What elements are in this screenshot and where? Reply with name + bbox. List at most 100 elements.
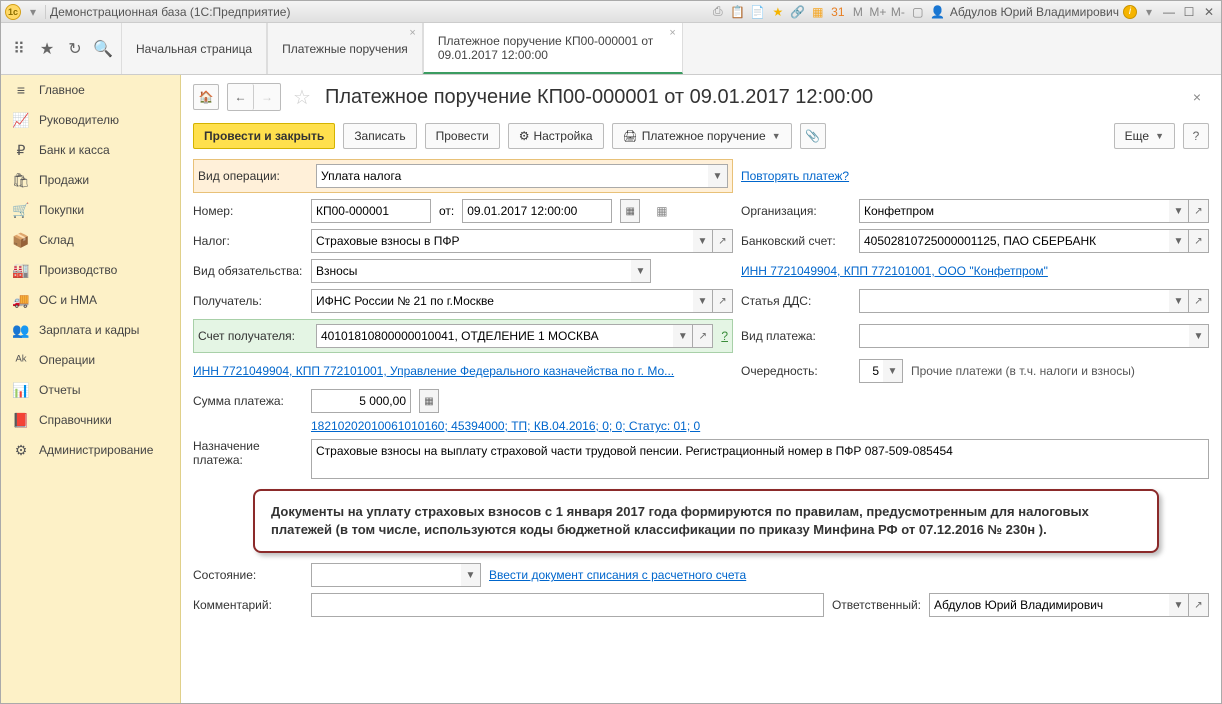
maximize-button[interactable]: ☐	[1181, 4, 1197, 20]
m-icon[interactable]: M	[850, 4, 866, 20]
sidebar-item-assets[interactable]: 🚚ОС и НМА	[1, 285, 180, 315]
sidebar-item-main[interactable]: ≡Главное	[1, 75, 180, 105]
pay-type-field[interactable]	[859, 324, 1189, 348]
copy-icon[interactable]: 📋	[730, 4, 746, 20]
link-icon[interactable]: 🔗	[790, 4, 806, 20]
m-minus-icon[interactable]: M-	[890, 4, 906, 20]
sidebar-item-reports[interactable]: 📊Отчеты	[1, 375, 180, 405]
close-button[interactable]: ✕	[1201, 4, 1217, 20]
apps-icon[interactable]: ⠿	[9, 39, 29, 59]
open-button[interactable]: ↗	[1189, 199, 1209, 223]
rec-acct-help[interactable]: ?	[721, 329, 728, 343]
dropdown-button[interactable]: ▼	[673, 324, 693, 348]
favorite-icon[interactable]: ★	[37, 39, 57, 59]
sidebar-item-production[interactable]: 🏭Производство	[1, 255, 180, 285]
org-field[interactable]: Конфетпром	[859, 199, 1169, 223]
m-plus-icon[interactable]: M+	[870, 4, 886, 20]
star-icon[interactable]: ★	[770, 4, 786, 20]
home-button[interactable]: 🏠	[193, 84, 219, 110]
open-button[interactable]: ↗	[1189, 229, 1209, 253]
dropdown-button[interactable]: ▼	[693, 229, 713, 253]
state-field[interactable]	[311, 563, 461, 587]
rec-acct-field[interactable]: 40101810800000010041, ОТДЕЛЕНИЕ 1 МОСКВА	[316, 324, 673, 348]
search-icon[interactable]: 🔍	[93, 39, 113, 59]
recipient-inn-link[interactable]: ИНН 7721049904, КПП 772101001, Управлени…	[193, 364, 674, 378]
op-type-field[interactable]: Уплата налога	[316, 164, 708, 188]
tab-document[interactable]: Платежное поручение КП00-000001 от 09.01…	[423, 23, 683, 74]
calc-icon[interactable]: 📄	[750, 4, 766, 20]
sidebar-item-refs[interactable]: 📕Справочники	[1, 405, 180, 435]
sidebar-item-operations[interactable]: ᴬᵏОперации	[1, 345, 180, 375]
minimize-button[interactable]: —	[1161, 4, 1177, 20]
close-icon[interactable]: ×	[409, 27, 415, 39]
dropdown-button[interactable]: ▼	[1169, 199, 1189, 223]
open-button[interactable]: ↗	[1189, 593, 1209, 617]
calendar-button[interactable]: ▦	[620, 199, 640, 223]
back-button[interactable]: ←	[228, 84, 254, 110]
dropdown-button[interactable]: ▼	[631, 259, 651, 283]
amount-field[interactable]: 5 000,00	[311, 389, 411, 413]
dropdown-button[interactable]: ▼	[1169, 229, 1189, 253]
open-button[interactable]: ↗	[1189, 289, 1209, 313]
dropdown-icon[interactable]: ▾	[25, 4, 41, 20]
resp-field[interactable]: Абдулов Юрий Владимирович	[929, 593, 1169, 617]
sidebar-item-sales[interactable]: 🛍Продажи	[1, 165, 180, 195]
dropdown-button[interactable]: ▼	[1169, 593, 1189, 617]
bank-acct-field[interactable]: 40502810725000001125, ПАО СБЕРБАНК	[859, 229, 1169, 253]
star-outline-icon[interactable]: ☆	[293, 85, 311, 110]
more-button[interactable]: Еще▼	[1114, 123, 1175, 149]
priority-field[interactable]: 5	[859, 359, 883, 383]
sidebar-item-admin[interactable]: ⚙Администрирование	[1, 435, 180, 465]
calendar-icon[interactable]: 31	[830, 4, 846, 20]
purpose-field[interactable]: Страховые взносы на выплату страховой ча…	[311, 439, 1209, 479]
tax-field[interactable]: Страховые взносы в ПФР	[311, 229, 693, 253]
calc-button[interactable]: ▦	[419, 389, 439, 413]
org-inn-link[interactable]: ИНН 7721049904, КПП 772101001, ООО "Конф…	[741, 264, 1048, 278]
gear-icon: ⚙	[13, 442, 29, 458]
print-dropdown[interactable]: 🖨Платежное поручение▼	[612, 123, 792, 149]
calc2-icon[interactable]: ▦	[810, 4, 826, 20]
sidebar-item-warehouse[interactable]: 📦Склад	[1, 225, 180, 255]
kbk-link[interactable]: 18210202010061010160; 45394000; ТП; КВ.0…	[311, 419, 700, 433]
dropdown-button[interactable]: ▼	[461, 563, 481, 587]
settings-button[interactable]: ⚙Настройка	[508, 123, 604, 149]
recipient-field[interactable]: ИФНС России № 21 по г.Москве	[311, 289, 693, 313]
dropdown-button[interactable]: ▼	[1189, 324, 1209, 348]
post-and-close-button[interactable]: Провести и закрыть	[193, 123, 335, 149]
dropdown-button[interactable]: ▼	[883, 359, 903, 383]
close-document-button[interactable]: ×	[1185, 85, 1209, 109]
print-icon[interactable]: ⎙	[710, 4, 726, 20]
sidebar-item-salary[interactable]: 👥Зарплата и кадры	[1, 315, 180, 345]
post-button[interactable]: Провести	[425, 123, 500, 149]
open-button[interactable]: ↗	[713, 289, 733, 313]
number-field[interactable]: КП00-000001	[311, 199, 431, 223]
forward-button[interactable]: →	[254, 84, 280, 110]
write-button[interactable]: Записать	[343, 123, 416, 149]
dds-field[interactable]	[859, 289, 1169, 313]
sidebar-item-bank[interactable]: ₽Банк и касса	[1, 135, 180, 165]
dropdown-button[interactable]: ▼	[693, 289, 713, 313]
user-name[interactable]: Абдулов Юрий Владимирович	[950, 5, 1119, 19]
attach-button[interactable]: 📎	[800, 123, 826, 149]
sidebar-item-manager[interactable]: 📈Руководителю	[1, 105, 180, 135]
box-icon: 📦	[13, 232, 29, 248]
help-button[interactable]: ?	[1183, 123, 1209, 149]
date-field[interactable]: 09.01.2017 12:00:00	[462, 199, 612, 223]
tab-home[interactable]: Начальная страница	[121, 23, 267, 74]
close-icon[interactable]: ×	[669, 27, 675, 39]
panels-icon[interactable]: ▢	[910, 4, 926, 20]
history-icon[interactable]: ↻	[65, 39, 85, 59]
tab-payments[interactable]: Платежные поручения×	[267, 23, 423, 74]
open-button[interactable]: ↗	[693, 324, 713, 348]
obl-type-field[interactable]: Взносы	[311, 259, 631, 283]
chevron-down-icon[interactable]: ▾	[1141, 4, 1157, 20]
write-off-link[interactable]: Ввести документ списания с расчетного сч…	[489, 568, 746, 582]
dropdown-button[interactable]: ▼	[708, 164, 728, 188]
open-button[interactable]: ↗	[713, 229, 733, 253]
info-icon[interactable]: i	[1123, 5, 1137, 19]
comment-field[interactable]	[311, 593, 824, 617]
dropdown-button[interactable]: ▼	[1169, 289, 1189, 313]
sidebar-item-purchases[interactable]: 🛒Покупки	[1, 195, 180, 225]
repeat-payment-link[interactable]: Повторять платеж?	[741, 169, 849, 183]
app-window: 1c ▾ Демонстрационная база (1С:Предприят…	[0, 0, 1222, 704]
